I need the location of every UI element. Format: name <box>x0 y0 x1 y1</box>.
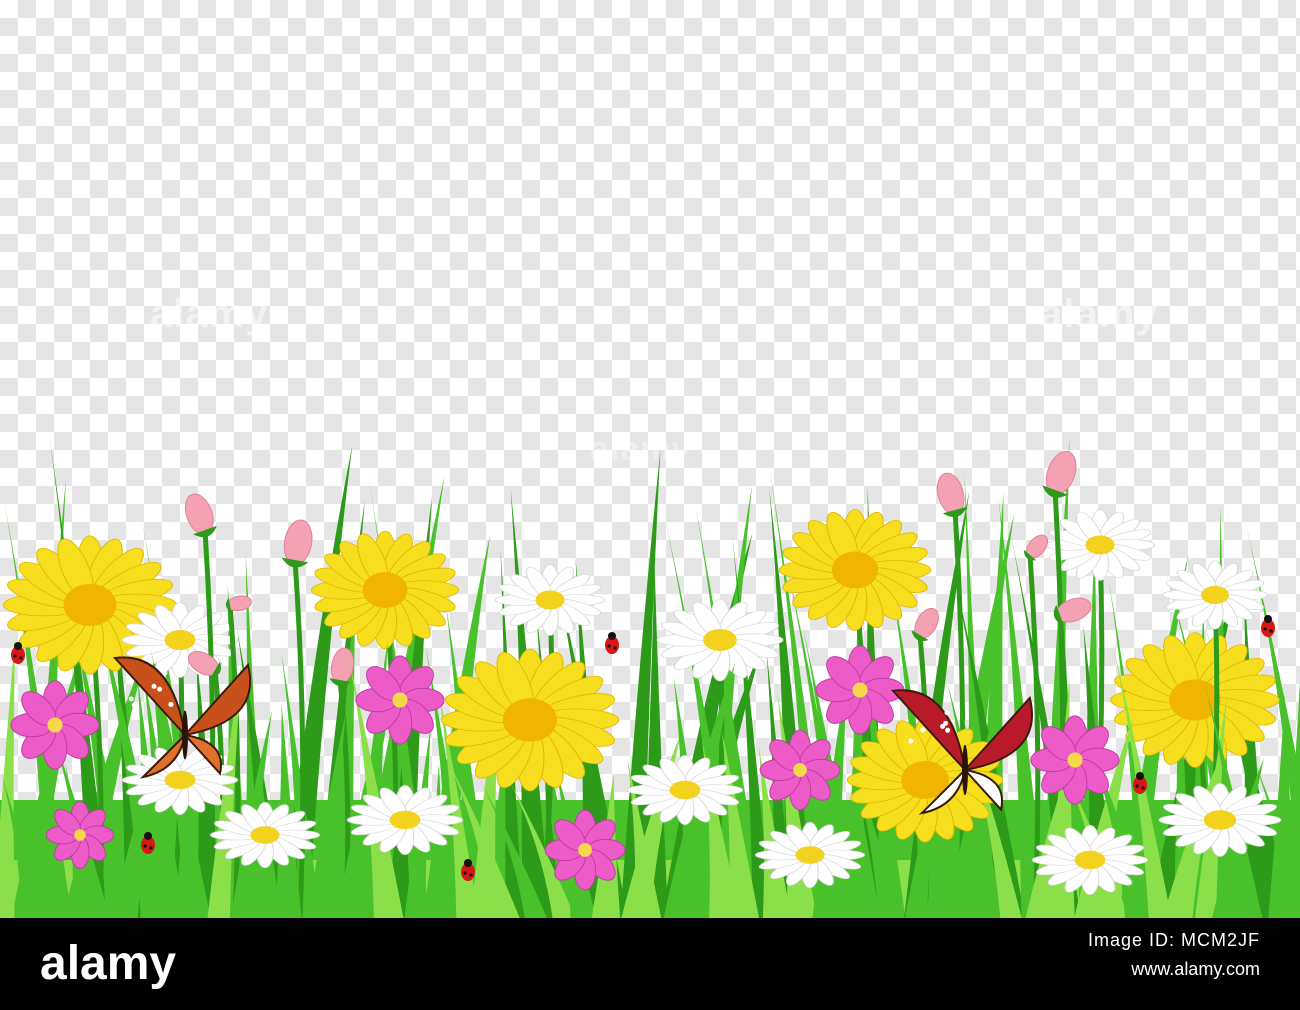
daisy-flower <box>494 564 606 636</box>
pink-bud <box>184 493 217 538</box>
cosmos-flower <box>544 809 626 891</box>
pink-bud <box>1053 597 1092 626</box>
daisy-flower <box>209 801 321 869</box>
cosmos-flower <box>759 729 841 811</box>
sunflower <box>778 509 932 631</box>
footer-url[interactable]: www.alamy.com <box>1088 959 1260 980</box>
pink-bud <box>911 607 939 642</box>
footer-logo[interactable]: alamy <box>40 936 176 991</box>
cosmos-flower <box>815 645 905 735</box>
daisy-flower <box>1158 783 1282 857</box>
stock-footer-bar: alamy Image ID: MCM2JF www.alamy.com <box>0 918 1300 1010</box>
cosmos-flower <box>45 800 115 870</box>
daisy-flower <box>626 755 744 825</box>
pink-bud <box>936 472 968 518</box>
flower-meadow-illustration <box>0 436 1300 918</box>
daisy-flower <box>754 821 866 889</box>
daisy-flower <box>346 785 464 855</box>
ladybug <box>1261 615 1275 637</box>
pink-bud <box>281 519 313 568</box>
grass-blade <box>0 635 16 918</box>
ladybug <box>605 632 619 654</box>
daisy-flower <box>1031 825 1149 895</box>
image-id-label: Image ID: MCM2JF <box>1087 930 1260 950</box>
pink-bud <box>1042 450 1077 498</box>
daisy-flower <box>1044 509 1156 581</box>
transparent-checkerboard-background: alamy alamy alamy <box>0 0 1300 918</box>
footer-info: Image ID: MCM2JF www.alamy.com <box>1088 930 1260 980</box>
daisy-flower <box>656 598 784 682</box>
cosmos-flower <box>10 680 100 770</box>
cosmos-flower <box>1030 715 1120 805</box>
cosmos-flower <box>355 655 445 745</box>
daisy-flower <box>1162 560 1268 630</box>
